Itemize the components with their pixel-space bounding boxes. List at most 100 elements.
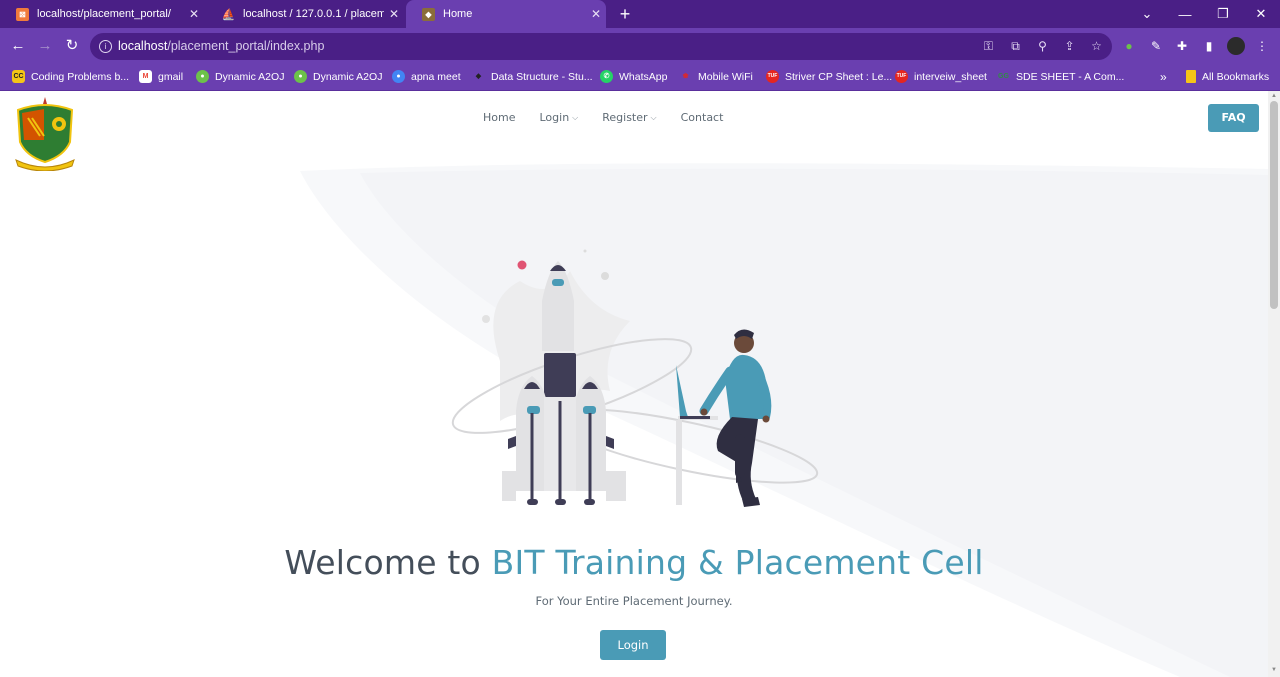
bookmark-item[interactable]: ● apna meet: [392, 68, 461, 85]
bookmark-label: Coding Problems b...: [31, 70, 130, 83]
bookmark-label: Mobile WiFi: [698, 70, 753, 83]
cc-icon: CC: [12, 70, 25, 83]
hero-title-plain: Welcome to: [284, 543, 481, 582]
tab-phpmyadmin[interactable]: ⛵ localhost / 127.0.0.1 / placement ✕: [206, 0, 404, 28]
main-nav: Home Login ⌵ Register ⌵ Contact: [483, 111, 747, 124]
avatar[interactable]: [1227, 37, 1245, 55]
bookmark-label: Data Structure - Stu...: [491, 70, 593, 83]
bookmark-item[interactable]: TUF interveiw_sheet: [895, 68, 987, 85]
back-button[interactable]: ←: [8, 36, 28, 56]
close-icon[interactable]: ✕: [184, 7, 204, 21]
bookmark-label: SDE SHEET - A Com...: [1016, 70, 1125, 83]
bookmark-item[interactable]: ● Dynamic A2OJ: [294, 68, 382, 85]
bookmark-label: gmail: [158, 70, 184, 83]
bookmark-label: interveiw_sheet: [914, 70, 987, 83]
scroll-down-icon[interactable]: ▼: [1270, 667, 1278, 675]
bookmark-item[interactable]: ❀ Mobile WiFi: [679, 68, 753, 85]
browser-toolbar: ← → ↻ i localhost/placement_portal/index…: [0, 28, 1280, 63]
hero-title-highlight: BIT Training & Placement Cell: [491, 543, 984, 582]
tab-strip: ⊠ localhost/placement_portal/ ✕ ⛵ localh…: [0, 0, 1280, 28]
bookmark-label: Dynamic A2OJ: [313, 70, 383, 83]
menu-icon[interactable]: ⋮: [1253, 37, 1271, 55]
close-icon[interactable]: ✕: [384, 7, 404, 21]
bookmark-label: WhatsApp: [619, 70, 668, 83]
meet-icon: ●: [392, 70, 405, 83]
nav-label: Contact: [680, 111, 724, 124]
share-icon[interactable]: ⇪: [1060, 37, 1079, 56]
tuf-icon: TUF: [895, 70, 908, 83]
url-host: localhost: [118, 39, 168, 53]
star-icon[interactable]: ☆: [1087, 37, 1106, 56]
faq-button[interactable]: FAQ: [1208, 104, 1259, 132]
tuf-icon: TUF: [766, 70, 779, 83]
ds-icon: ◆: [475, 73, 482, 80]
huawei-icon: ❀: [682, 73, 689, 80]
bookmark-item[interactable]: GG SDE SHEET - A Com...: [997, 68, 1124, 85]
bookmark-item[interactable]: ● Dynamic A2OJ: [196, 68, 284, 85]
pen-extension-icon[interactable]: ✎: [1147, 37, 1165, 55]
forward-button[interactable]: →: [35, 36, 55, 56]
nav-label: Home: [483, 111, 516, 124]
xampp-icon: ⊠: [16, 7, 29, 21]
bookmarks-bar: CC Coding Problems b... Mgmail ● Dynamic A…: [0, 63, 1280, 91]
hero-illustration: [451, 249, 819, 507]
whatsapp-icon: ✆: [600, 70, 613, 83]
all-bookmarks-label: All Bookmarks: [1202, 70, 1270, 83]
bookmark-label: Striver CP Sheet : Le...: [785, 70, 893, 83]
phpmyadmin-icon: ⛵: [221, 8, 236, 21]
hero-login-button[interactable]: Login: [600, 630, 666, 660]
reload-button[interactable]: ↻: [62, 36, 82, 56]
bookmark-item[interactable]: ✆ WhatsApp: [600, 68, 667, 85]
bookmark-item[interactable]: Mgmail: [139, 68, 183, 85]
folder-icon: [1186, 70, 1196, 83]
maximize-button[interactable]: ❐: [1204, 0, 1242, 28]
hero-subtitle: For Your Entire Placement Journey.: [535, 594, 733, 608]
close-icon[interactable]: ✕: [586, 7, 606, 21]
puzzle-icon[interactable]: ✚: [1173, 37, 1191, 55]
bookmark-label: apna meet: [411, 70, 461, 83]
nav-label: Login: [539, 111, 570, 124]
key-icon[interactable]: ⚿: [979, 37, 998, 56]
nav-register-dropdown[interactable]: Register ⌵: [602, 111, 656, 124]
bookmark-label: Dynamic A2OJ: [215, 70, 285, 83]
tab-search-icon[interactable]: ⌄: [1128, 0, 1166, 28]
frog-icon: ●: [196, 70, 209, 83]
tab-title: localhost/placement_portal/: [37, 8, 171, 20]
close-window-button[interactable]: ✕: [1242, 0, 1280, 28]
page-viewport: Home Login ⌵ Register ⌵ Contact FAQ Welc…: [0, 91, 1268, 677]
side-panel-icon[interactable]: ▮: [1200, 37, 1218, 55]
new-tab-button[interactable]: +: [614, 3, 636, 25]
scroll-up-icon[interactable]: ▲: [1270, 93, 1278, 101]
nav-home-link[interactable]: Home: [483, 111, 515, 124]
nav-label: Register: [602, 111, 648, 124]
extension-green-icon[interactable]: ●: [1120, 37, 1138, 55]
zoom-icon[interactable]: ⚲: [1033, 37, 1052, 56]
all-bookmarks-button[interactable]: All Bookmarks: [1186, 68, 1269, 85]
gfg-icon: GG: [998, 73, 1009, 80]
bookmark-item[interactable]: CC Coding Problems b...: [12, 68, 129, 85]
bookmark-item[interactable]: TUF Striver CP Sheet : Le...: [766, 68, 892, 85]
chevron-down-icon: ⌵: [572, 112, 579, 122]
bit-logo[interactable]: [14, 96, 76, 171]
url-path: /placement_portal/index.php: [167, 39, 325, 53]
bookmarks-overflow-button[interactable]: »: [1160, 68, 1167, 85]
minimize-button[interactable]: —: [1166, 0, 1204, 28]
translate-icon[interactable]: ⧉: [1006, 37, 1025, 56]
gmail-icon: M: [139, 70, 152, 83]
hero-title: Welcome to BIT Training & Placement Cell: [0, 543, 1268, 582]
tab-placement-portal[interactable]: ⊠ localhost/placement_portal/ ✕: [0, 0, 204, 28]
url-text[interactable]: localhost/placement_portal/index.php: [118, 39, 324, 53]
tab-title: localhost / 127.0.0.1 / placement: [243, 8, 384, 20]
nav-login-dropdown[interactable]: Login ⌵: [539, 111, 578, 124]
bit-logo-icon: ◆: [422, 7, 435, 21]
page-scrollbar[interactable]: ▲ ▼: [1268, 91, 1280, 677]
nav-contact-link[interactable]: Contact: [681, 111, 724, 124]
address-bar[interactable]: i localhost/placement_portal/index.php ⚿…: [90, 33, 1112, 60]
tab-title: Home: [443, 8, 473, 20]
site-info-icon[interactable]: i: [99, 40, 112, 53]
frog-icon: ●: [294, 70, 307, 83]
scrollbar-thumb[interactable]: [1270, 101, 1278, 309]
chevron-down-icon: ⌵: [650, 112, 657, 122]
bookmark-item[interactable]: ◆ Data Structure - Stu...: [472, 68, 593, 85]
tab-home[interactable]: ◆ Home ✕: [406, 0, 606, 28]
